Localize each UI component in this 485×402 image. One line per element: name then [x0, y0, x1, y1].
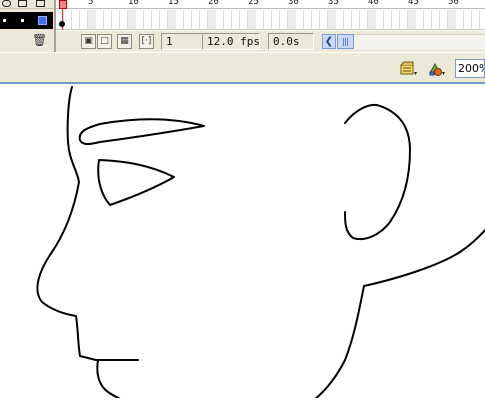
frame-cell-marker: [328, 10, 336, 29]
layer-row-selected[interactable]: [0, 12, 53, 29]
layer-outline-swatch[interactable]: [38, 16, 47, 25]
frame-cell-marker: [88, 10, 96, 29]
neck-jaw-stroke[interactable]: [300, 228, 485, 402]
onion-skin-icon[interactable]: ▣: [81, 34, 96, 49]
stage-canvas[interactable]: [0, 86, 485, 402]
ear-stroke[interactable]: [344, 104, 411, 241]
frame-ruler[interactable]: 5 10 15 20 25 30 35 40 45 50: [56, 0, 485, 9]
ruler-label: 20: [208, 0, 219, 7]
frame-cell-marker: [288, 10, 296, 29]
frame-cell-marker: [408, 10, 416, 29]
layer-column: 🗑: [0, 0, 56, 52]
modify-onion-markers-icon[interactable]: [·]: [139, 34, 154, 49]
chin-stroke[interactable]: [96, 359, 140, 402]
scroll-left-icon[interactable]: ❮: [322, 34, 336, 49]
edit-symbols-icon[interactable]: [428, 61, 446, 77]
onion-skin-outlines-icon[interactable]: □: [97, 34, 112, 49]
eyebrow-stroke[interactable]: [78, 118, 205, 146]
edit-bar: 200%: [0, 52, 485, 84]
eye-stroke[interactable]: [97, 159, 175, 206]
layer-header: [0, 0, 56, 9]
lock-icon[interactable]: [18, 0, 27, 7]
edit-scene-icon[interactable]: [400, 61, 418, 77]
trash-icon[interactable]: 🗑: [32, 34, 47, 47]
ruler-label: 10: [128, 0, 139, 7]
stage-drawing: [36, 86, 485, 402]
layer-tools: 🗑: [0, 30, 56, 52]
frame-rate-field[interactable]: 12.0 fps: [202, 33, 260, 50]
ruler-label: 30: [288, 0, 299, 7]
frame-cell-marker: [208, 10, 216, 29]
ruler-label: 5: [88, 0, 94, 7]
keyframe-dot[interactable]: [59, 21, 65, 27]
timeline-panel: 🗑 5 10 15 20 25 30 35 40 45 50 ▣ □ ▦ [·]…: [0, 0, 485, 52]
ruler-label: 45: [408, 0, 419, 7]
ruler-label: 35: [328, 0, 339, 7]
zoom-field[interactable]: 200%: [455, 59, 485, 78]
frame-cell-marker: [448, 10, 456, 29]
playhead[interactable]: [59, 0, 67, 9]
timeline-status-bar: ▣ □ ▦ [·] 1 12.0 fps 0.0s ❮: [56, 30, 485, 52]
frame-cell-marker: [168, 10, 176, 29]
edit-multiple-frames-icon[interactable]: ▦: [117, 34, 132, 49]
frame-cell-marker: [128, 10, 136, 29]
scrollbar-thumb[interactable]: [337, 34, 354, 49]
ruler-label: 40: [368, 0, 379, 7]
frame-row[interactable]: [56, 10, 485, 30]
ruler-label: 15: [168, 0, 179, 7]
elapsed-time-field: 0.0s: [268, 33, 314, 50]
ruler-label: 50: [448, 0, 459, 7]
frame-cell-marker: [248, 10, 256, 29]
eye-icon[interactable]: [2, 0, 11, 7]
scrollbar-track[interactable]: [354, 34, 485, 49]
current-frame-field: 1: [161, 33, 203, 50]
layer-lock-dot[interactable]: [21, 19, 24, 22]
frames-area[interactable]: 5 10 15 20 25 30 35 40 45 50: [56, 0, 485, 30]
ruler-label: 25: [248, 0, 259, 7]
frame-cell-marker: [368, 10, 376, 29]
outline-icon[interactable]: [36, 0, 45, 7]
layer-visible-dot[interactable]: [3, 19, 6, 22]
